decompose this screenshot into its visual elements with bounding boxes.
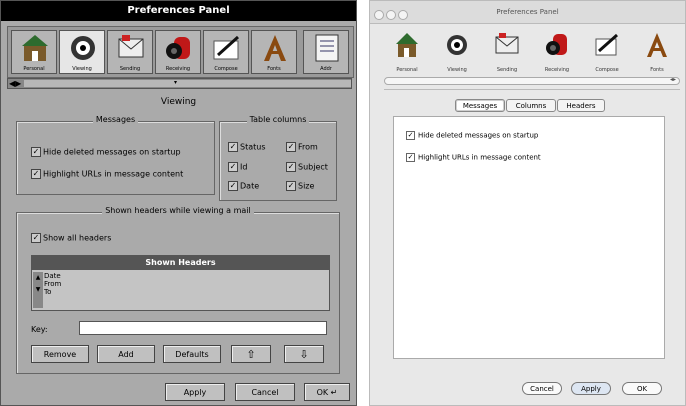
list-item[interactable]: Date	[44, 272, 61, 280]
mailbox-icon	[546, 34, 567, 55]
envelope-icon	[118, 35, 144, 58]
checkmark-icon: ✓	[31, 147, 41, 157]
pref-compose-button[interactable]: Compose	[584, 27, 630, 77]
scroll-down-icon[interactable]: ▼	[33, 284, 43, 296]
divider	[384, 89, 680, 90]
tab-content: ✓ Hide deleted messages on startup ✓ Highl…	[393, 116, 665, 359]
envelope-icon	[495, 33, 519, 54]
pref-receiving-button[interactable]: Receiving	[534, 27, 580, 77]
pref-viewing-button[interactable]: Viewing	[434, 27, 480, 77]
apply-button[interactable]: Apply	[165, 383, 225, 401]
list-scrollbar[interactable]: ▲ ▼	[33, 272, 43, 308]
list-header: Shown Headers	[32, 256, 329, 270]
pref-fonts-button[interactable]: Fonts	[251, 30, 297, 74]
section-title: Viewing	[160, 97, 197, 107]
checkmark-icon: ✓	[228, 142, 238, 152]
apply-button[interactable]: Apply	[571, 382, 611, 395]
column-size-checkbox[interactable]: ✓ Size	[286, 181, 314, 191]
font-icon	[264, 35, 286, 61]
pen-icon	[595, 33, 618, 56]
knob-dimple-icon: ▾	[174, 79, 178, 86]
key-input[interactable]	[79, 321, 327, 335]
move-down-button[interactable]: ⇩	[284, 345, 324, 363]
cancel-button[interactable]: Cancel	[522, 382, 562, 395]
house-icon	[396, 33, 418, 57]
shown-headers-list[interactable]: Shown Headers ▲ ▼ Date From To	[31, 255, 330, 311]
column-status-checkbox[interactable]: ✓ Status	[228, 142, 266, 152]
column-date-checkbox[interactable]: ✓ Date	[228, 181, 259, 191]
ok-button[interactable]: OK	[622, 382, 662, 395]
pref-fonts-button[interactable]: Fonts	[634, 27, 680, 77]
window-controls	[374, 7, 410, 29]
pref-personal-button[interactable]: Personal	[384, 27, 430, 77]
scroll-arrows-icon[interactable]: ◀▶	[9, 79, 21, 88]
highlight-urls-checkbox[interactable]: ✓ Highlight URLs in message content	[31, 169, 183, 179]
column-subject-checkbox[interactable]: ✓ Subject	[286, 162, 328, 172]
scroll-knob[interactable]: ▾	[24, 79, 351, 87]
checkmark-icon: ✓	[228, 162, 238, 172]
close-window-icon[interactable]	[374, 10, 384, 20]
aqua-preferences-window: Preferences Panel Personal Viewing Sendi…	[369, 0, 686, 406]
move-up-button[interactable]: ⇧	[231, 345, 271, 363]
checkmark-icon: ✓	[31, 233, 41, 243]
eye-icon	[447, 35, 467, 55]
font-icon	[647, 33, 667, 57]
column-from-checkbox[interactable]: ✓ From	[286, 142, 318, 152]
tab-messages[interactable]: Messages	[455, 99, 505, 112]
preference-icon-bar: Personal Viewing Sending Receiving Compo…	[384, 27, 682, 77]
pen-icon	[213, 35, 240, 60]
mailbox-icon	[166, 37, 190, 59]
checkmark-icon: ✓	[286, 162, 296, 172]
window-title-text: Preferences Panel	[496, 8, 559, 16]
checkmark-icon: ✓	[406, 131, 415, 140]
checkmark-icon: ✓	[31, 169, 41, 179]
pref-addr-button[interactable]: Addr	[303, 30, 349, 74]
window-title: Preferences Panel	[370, 1, 685, 24]
zoom-window-icon[interactable]	[398, 10, 408, 20]
defaults-button[interactable]: Defaults	[163, 345, 221, 363]
pref-sending-button[interactable]: Sending	[484, 27, 530, 77]
list-item[interactable]: From	[44, 280, 61, 288]
hide-deleted-checkbox[interactable]: ✓ Hide deleted messages on startup	[31, 147, 181, 157]
hide-deleted-checkbox[interactable]: ✓ Hide deleted messages on startup	[406, 131, 538, 140]
checkmark-icon: ✓	[286, 181, 296, 191]
pref-personal-button[interactable]: Personal	[11, 30, 57, 74]
pref-sending-button[interactable]: Sending	[107, 30, 153, 74]
list-item[interactable]: To	[44, 288, 61, 296]
tab-headers[interactable]: Headers	[557, 99, 605, 112]
column-id-checkbox[interactable]: ✓ Id	[228, 162, 247, 172]
show-all-headers-checkbox[interactable]: ✓ Show all headers	[31, 233, 111, 243]
tab-columns[interactable]: Columns	[506, 99, 556, 112]
minimize-window-icon[interactable]	[386, 10, 396, 20]
house-icon	[22, 35, 48, 61]
scroll-arrows-icon[interactable]: ◂▸	[670, 76, 676, 83]
pref-receiving-button[interactable]: Receiving	[155, 30, 201, 74]
cancel-button[interactable]: Cancel	[235, 383, 295, 401]
address-book-icon	[315, 34, 339, 62]
next-preferences-window: Preferences Panel Personal Viewing Sendi…	[0, 0, 357, 406]
highlight-urls-checkbox[interactable]: ✓ Highlight URLs in message content	[406, 153, 541, 162]
add-button[interactable]: Add	[97, 345, 155, 363]
remove-button[interactable]: Remove	[31, 345, 89, 363]
ok-button[interactable]: OK ↵	[304, 383, 350, 401]
headers-group-title: Shown headers while viewing a mail	[102, 206, 254, 215]
icon-scrollbar[interactable]: ◀▶ ▾	[7, 78, 352, 89]
checkmark-icon: ✓	[228, 181, 238, 191]
messages-group: Messages ✓ Hide deleted messages on start…	[16, 115, 215, 195]
eye-icon	[71, 36, 95, 60]
table-columns-group: Table columns ✓ Status ✓ From ✓ Id ✓ Subject…	[219, 115, 337, 201]
messages-group-title: Messages	[92, 115, 139, 124]
preference-icon-bar: Personal Viewing Sending Receiving Compo…	[7, 26, 354, 78]
scroll-up-icon[interactable]: ▲	[33, 272, 43, 284]
checkmark-icon: ✓	[286, 142, 296, 152]
checkmark-icon: ✓	[406, 153, 415, 162]
pref-viewing-button[interactable]: Viewing	[59, 30, 105, 74]
key-label: Key:	[31, 325, 48, 334]
window-title: Preferences Panel	[1, 1, 356, 21]
icon-scrollbar[interactable]: ◂▸	[384, 76, 680, 85]
pref-compose-button[interactable]: Compose	[203, 30, 249, 74]
columns-group-title: Table columns	[246, 115, 310, 124]
